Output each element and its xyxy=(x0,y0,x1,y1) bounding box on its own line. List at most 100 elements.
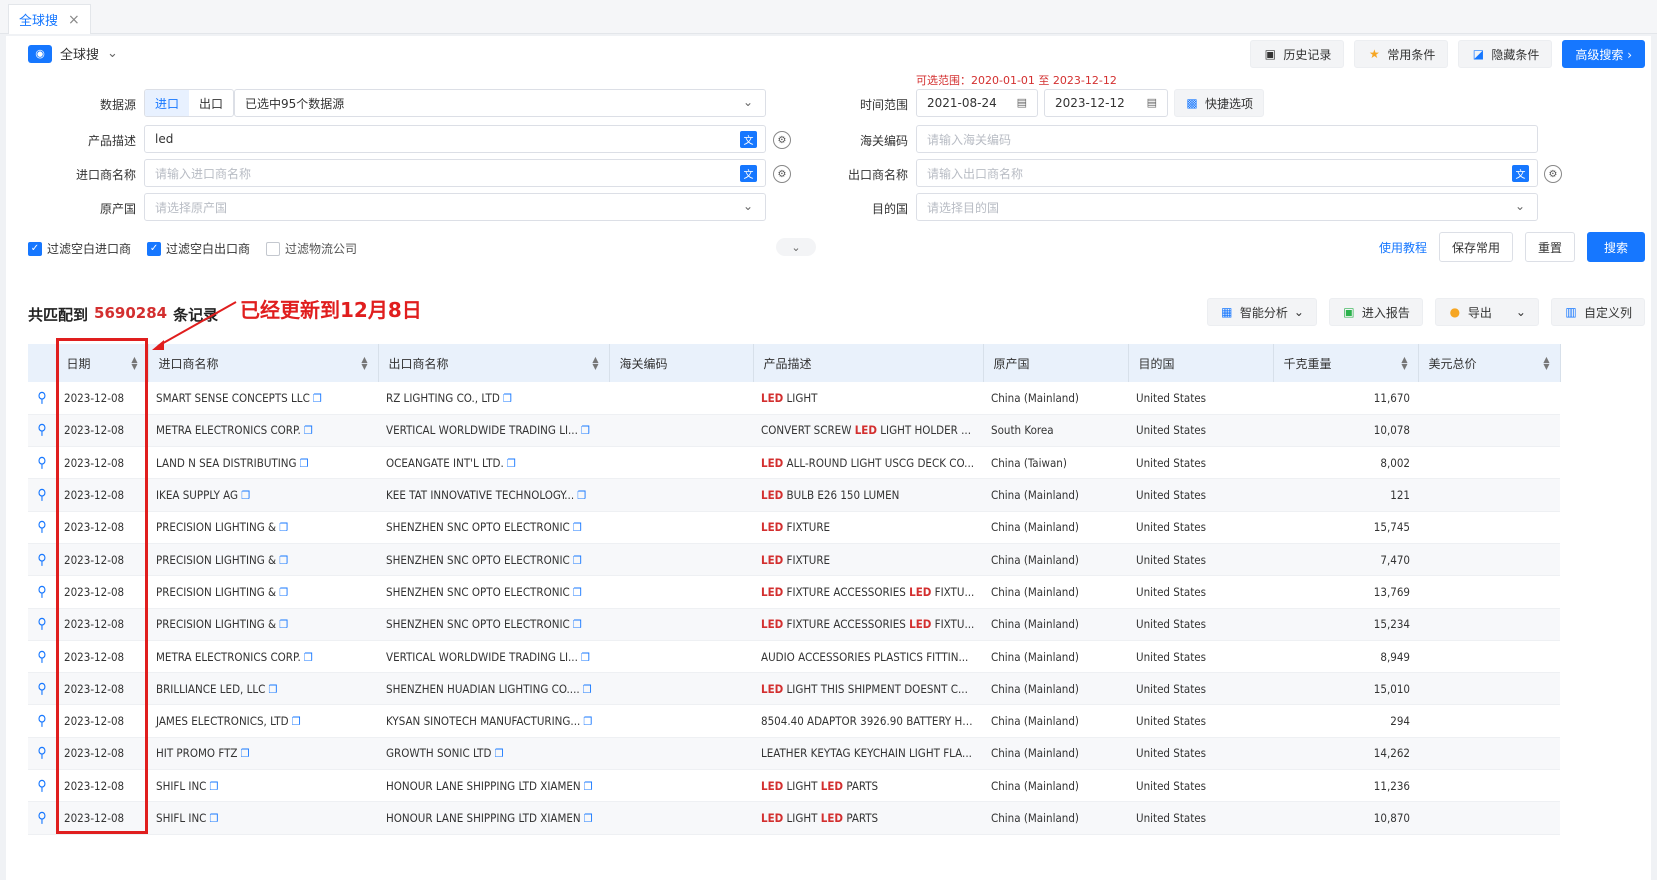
hs-code-input[interactable]: 请输入海关编码 xyxy=(916,125,1538,153)
datasource-select[interactable]: 已选中95个数据源 ⌄ xyxy=(234,89,766,117)
smart-analysis-button[interactable]: ▦ 智能分析 ⌄ xyxy=(1206,298,1317,326)
copy-icon[interactable]: ❐ xyxy=(300,457,309,470)
filter-logistics[interactable]: 过滤物流公司 xyxy=(266,240,357,257)
hide-conditions-button[interactable]: ◪ 隐藏条件 xyxy=(1458,40,1553,68)
history-button[interactable]: ▣ 历史记录 xyxy=(1250,40,1345,68)
table-row[interactable]: ⚲ 2023-12-08 SMART SENSE CONCEPTS LLC ❐ RZ L… xyxy=(28,382,1560,415)
table-row[interactable]: ⚲ 2023-12-08 JAMES ELECTRONICS, LTD ❐ KYSAN … xyxy=(28,704,1560,738)
exporter-input[interactable]: 请输入出口商名称 文 xyxy=(916,159,1538,187)
common-conditions-button[interactable]: ★ 常用条件 xyxy=(1354,40,1449,68)
row-search[interactable]: ⚲ xyxy=(28,672,56,706)
translate-icon[interactable]: 文 xyxy=(740,165,757,182)
row-search[interactable]: ⚲ xyxy=(28,414,56,448)
copy-icon[interactable]: ❐ xyxy=(573,586,582,599)
row-search[interactable]: ⚲ xyxy=(28,511,56,544)
expand-toggle[interactable]: ⌄ xyxy=(776,238,816,256)
table-row[interactable]: ⚲ 2023-12-08 IKEA SUPPLY AG ❐ KEE TAT INNOVA… xyxy=(28,478,1560,512)
row-search[interactable]: ⚲ xyxy=(28,704,56,738)
copy-icon[interactable]: ❐ xyxy=(583,683,592,696)
import-option[interactable]: 进口 xyxy=(145,90,190,116)
table-row[interactable]: ⚲ 2023-12-08 PRECISION LIGHTING & ❐ SHENZHEN… xyxy=(28,608,1560,641)
copy-icon[interactable]: ❐ xyxy=(209,812,218,825)
row-search[interactable]: ⚲ xyxy=(28,737,56,771)
copy-icon[interactable]: ❐ xyxy=(292,715,301,728)
quick-options-button[interactable]: ▩ 快捷选项 xyxy=(1174,89,1265,117)
table-row[interactable]: ⚲ 2023-12-08 PRECISION LIGHTING & ❐ SHENZHEN… xyxy=(28,543,1560,577)
destination-select[interactable]: 请选择目的国 ⌄ xyxy=(916,193,1538,221)
origin-select[interactable]: 请选择原产国 ⌄ xyxy=(144,193,766,221)
copy-icon[interactable]: ❐ xyxy=(313,392,322,405)
table-row[interactable]: ⚲ 2023-12-08 PRECISION LIGHTING & ❐ SHENZHEN… xyxy=(28,511,1560,544)
translate-icon[interactable]: 文 xyxy=(1512,165,1529,182)
copy-icon[interactable]: ❐ xyxy=(304,651,313,664)
copy-icon[interactable]: ❐ xyxy=(573,521,582,534)
table-row[interactable]: ⚲ 2023-12-08 LAND N SEA DISTRIBUTING ❐ OCEAN… xyxy=(28,446,1560,480)
settings-icon[interactable]: ⚙ xyxy=(773,131,791,149)
copy-icon[interactable]: ❐ xyxy=(584,812,593,825)
copy-icon[interactable]: ❐ xyxy=(577,489,586,502)
date-to-input[interactable]: 2023-12-12 ▤ xyxy=(1044,89,1168,117)
settings-icon[interactable]: ⚙ xyxy=(1544,165,1562,183)
row-search[interactable]: ⚲ xyxy=(28,382,56,415)
scope-selector[interactable]: ◉ 全球搜 ⌄ xyxy=(28,44,118,63)
row-search[interactable]: ⚲ xyxy=(28,446,56,480)
row-search[interactable]: ⚲ xyxy=(28,769,56,803)
copy-icon[interactable]: ❐ xyxy=(279,554,288,567)
desc-text: FIXTURE xyxy=(783,552,831,567)
table-row[interactable]: ⚲ 2023-12-08 BRILLIANCE LED, LLC ❐ SHENZHEN … xyxy=(28,672,1560,706)
copy-icon[interactable]: ❐ xyxy=(583,715,592,728)
copy-icon[interactable]: ❐ xyxy=(507,457,516,470)
copy-icon[interactable]: ❐ xyxy=(573,554,582,567)
table-row[interactable]: ⚲ 2023-12-08 SHIFL INC ❐ HONOUR LANE SHIPPIN… xyxy=(28,769,1560,803)
save-common-button[interactable]: 保存常用 xyxy=(1438,232,1513,262)
header-usd[interactable]: 美元总价 ▲ ▼ xyxy=(1418,344,1561,382)
copy-icon[interactable]: ❐ xyxy=(209,780,218,793)
importer-input[interactable]: 请输入进口商名称 文 xyxy=(144,159,766,187)
enter-report-button[interactable]: ▣ 进入报告 xyxy=(1328,298,1423,326)
reset-button[interactable]: 重置 xyxy=(1524,232,1575,262)
row-search[interactable]: ⚲ xyxy=(28,543,56,577)
settings-icon[interactable]: ⚙ xyxy=(773,165,791,183)
export-button[interactable]: ● 导出 ⌄ xyxy=(1434,298,1539,326)
date-from-input[interactable]: 2021-08-24 ▤ xyxy=(916,89,1038,117)
filter-blank-exporter[interactable]: ✓ 过滤空白出口商 xyxy=(147,240,250,257)
desc-text: FIXTURE ACCESSORIES xyxy=(783,584,910,599)
copy-icon[interactable]: ❐ xyxy=(241,489,250,502)
tab-global-search[interactable]: 全球搜 × xyxy=(8,4,91,34)
row-search[interactable]: ⚲ xyxy=(28,575,56,609)
row-search[interactable]: ⚲ xyxy=(28,640,56,674)
close-icon[interactable]: × xyxy=(68,12,80,28)
copy-icon[interactable]: ❐ xyxy=(304,424,313,437)
table-row[interactable]: ⚲ 2023-12-08 METRA ELECTRONICS CORP. ❐ VERTI… xyxy=(28,414,1560,448)
copy-icon[interactable]: ❐ xyxy=(494,747,503,760)
tutorial-link[interactable]: 使用教程 xyxy=(1379,239,1427,256)
copy-icon[interactable]: ❐ xyxy=(279,521,288,534)
copy-icon[interactable]: ❐ xyxy=(584,780,593,793)
advanced-search-button[interactable]: 高级搜索 › xyxy=(1562,40,1645,68)
copy-icon[interactable]: ❐ xyxy=(279,618,288,631)
copy-icon[interactable]: ❐ xyxy=(503,392,512,405)
filter-blank-importer[interactable]: ✓ 过滤空白进口商 xyxy=(28,240,131,257)
row-search[interactable]: ⚲ xyxy=(28,478,56,512)
copy-icon[interactable]: ❐ xyxy=(268,683,277,696)
row-search[interactable]: ⚲ xyxy=(28,801,56,835)
translate-icon[interactable]: 文 xyxy=(740,131,757,148)
cell-weight: 8,949 xyxy=(1273,640,1418,674)
custom-columns-button[interactable]: ▥ 自定义列 xyxy=(1550,298,1645,326)
copy-icon[interactable]: ❐ xyxy=(241,747,250,760)
copy-icon[interactable]: ❐ xyxy=(581,424,590,437)
export-option[interactable]: 出口 xyxy=(189,90,233,116)
row-search[interactable]: ⚲ xyxy=(28,608,56,641)
header-date[interactable]: 日期 ▲ ▼ xyxy=(56,344,149,382)
table-row[interactable]: ⚲ 2023-12-08 HIT PROMO FTZ ❐ GROWTH SONIC LT… xyxy=(28,737,1560,771)
header-weight[interactable]: 千克重量 ▲ ▼ xyxy=(1273,344,1419,382)
copy-icon[interactable]: ❐ xyxy=(279,586,288,599)
header-exporter[interactable]: 出口商名称 ▲ ▼ xyxy=(378,344,610,382)
copy-icon[interactable]: ❐ xyxy=(581,651,590,664)
search-button[interactable]: 搜索 xyxy=(1586,232,1645,262)
table-row[interactable]: ⚲ 2023-12-08 SHIFL INC ❐ HONOUR LANE SHIPPIN… xyxy=(28,801,1560,835)
table-row[interactable]: ⚲ 2023-12-08 PRECISION LIGHTING & ❐ SHENZHEN… xyxy=(28,575,1560,609)
copy-icon[interactable]: ❐ xyxy=(573,618,582,631)
table-row[interactable]: ⚲ 2023-12-08 METRA ELECTRONICS CORP. ❐ VERTI… xyxy=(28,640,1560,674)
product-input[interactable]: led 文 xyxy=(144,125,766,153)
